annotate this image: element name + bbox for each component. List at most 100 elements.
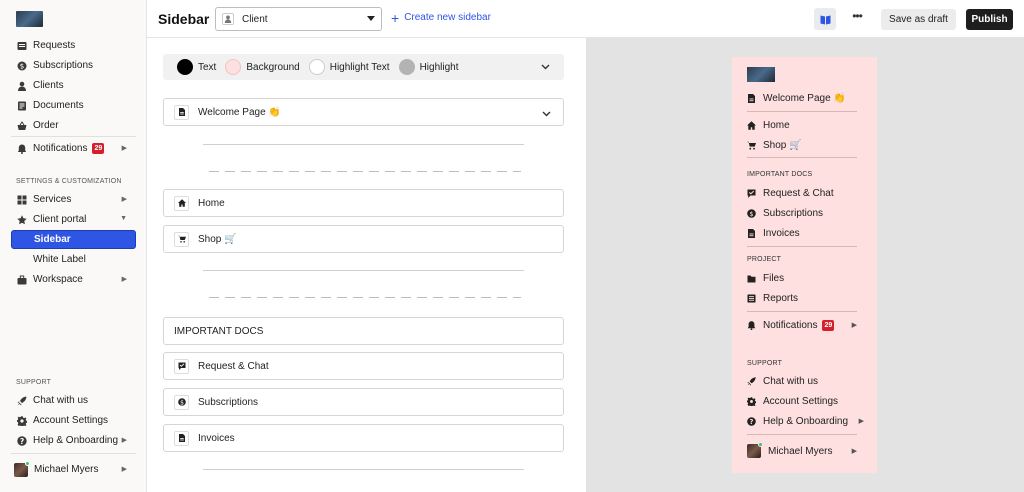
select-value: Client (242, 13, 268, 25)
cart-icon (174, 231, 189, 247)
text-color-swatch[interactable]: Text (177, 59, 216, 75)
item-label: Invoices (198, 432, 235, 444)
nav-item-account-settings[interactable]: Account Settings (11, 411, 136, 430)
home-item[interactable]: Home (163, 189, 564, 217)
divider-line (203, 469, 524, 470)
online-status-dot (758, 442, 763, 447)
divider-line (203, 144, 524, 145)
requests-icon (17, 41, 27, 51)
chat-check-icon (747, 189, 756, 198)
preview-files[interactable]: Files (747, 270, 862, 286)
sidebar-editor: Text Background Highlight Text Highlight… (147, 38, 586, 492)
nav-item-label: Workspace (33, 274, 83, 285)
preview-user-menu[interactable]: Michael Myers ▶ (747, 442, 862, 459)
preview-item-label: Subscriptions (763, 207, 824, 219)
highlight-text-color-swatch[interactable]: Highlight Text (308, 59, 390, 75)
preview-notifications[interactable]: Notifications 29 ▶ (747, 317, 862, 333)
preview-invoices[interactable]: Invoices (747, 225, 862, 241)
preview-divider (747, 157, 857, 158)
preview-divider (747, 311, 857, 312)
gear-icon (17, 415, 27, 426)
report-icon (747, 294, 756, 303)
user-icon (17, 81, 27, 91)
preview-welcome-page[interactable]: Welcome Page 👏 (747, 90, 862, 106)
nav-item-clients[interactable]: Clients (11, 76, 136, 95)
important-docs-section-item[interactable]: IMPORTANT DOCS (163, 317, 564, 345)
preview-logo (747, 67, 775, 82)
preview-divider (747, 111, 857, 112)
subscriptions-item[interactable]: $ Subscriptions (163, 388, 564, 416)
item-label: IMPORTANT DOCS (174, 325, 264, 337)
preview-home[interactable]: Home (747, 117, 862, 133)
preview-chat[interactable]: Chat with us (747, 373, 862, 389)
more-options-button[interactable]: ••• (849, 9, 865, 27)
preview-item-label: Reports (763, 292, 799, 304)
guide-button[interactable] (814, 8, 836, 30)
nav-item-notifications[interactable]: Notifications 29 ▶ (11, 139, 136, 158)
nav-item-label: Services (33, 194, 72, 205)
plus-icon: + (391, 9, 400, 26)
chat-check-icon (174, 358, 189, 374)
nav-item-chat[interactable]: Chat with us (11, 391, 136, 410)
chevron-right-icon: ▶ (851, 322, 857, 329)
save-as-draft-button[interactable]: Save as draft (881, 9, 956, 30)
svg-text:?: ? (20, 436, 24, 445)
chevron-down-icon[interactable] (541, 62, 550, 73)
nav-item-order[interactable]: Order (11, 116, 136, 135)
swatch-label: Highlight (419, 61, 459, 73)
client-select[interactable]: Client (215, 7, 382, 31)
nav-item-label: White Label (33, 254, 86, 265)
create-new-sidebar-link[interactable]: + Create new sidebar (391, 9, 491, 26)
home-icon (174, 195, 189, 211)
nav-item-documents[interactable]: Documents (11, 96, 136, 115)
user-name: Michael Myers (34, 464, 99, 475)
nav-item-sidebar[interactable]: Sidebar (11, 230, 136, 249)
help-icon: ? (17, 435, 27, 446)
preview-item-label: Shop 🛒 (763, 139, 802, 151)
home-icon (747, 120, 756, 130)
nav-item-requests[interactable]: Requests (11, 36, 136, 55)
nav-item-services[interactable]: Services ▶ (11, 190, 136, 209)
nav-item-help[interactable]: ? Help & Onboarding ▶ (11, 431, 136, 450)
preview-shop[interactable]: Shop 🛒 (747, 137, 862, 153)
nav-item-subscriptions[interactable]: $ Subscriptions (11, 56, 136, 75)
shop-item[interactable]: Shop 🛒 (163, 225, 564, 253)
color-settings-bar[interactable]: Text Background Highlight Text Highlight (163, 54, 564, 80)
publish-button[interactable]: Publish (966, 9, 1013, 30)
invoices-item[interactable]: Invoices (163, 424, 564, 452)
workspace-logo[interactable] (16, 11, 43, 27)
top-bar: Sidebar Client + Create new sidebar ••• … (147, 0, 1024, 38)
preview-account-settings[interactable]: Account Settings (747, 393, 862, 409)
preview-request-chat[interactable]: Request & Chat (747, 185, 862, 201)
cart-icon (747, 141, 756, 150)
dashed-spacer (209, 171, 521, 172)
grid-icon (17, 195, 27, 205)
preview-subscriptions[interactable]: $ Subscriptions (747, 205, 862, 221)
background-color-swatch[interactable]: Background (225, 59, 300, 75)
nav-item-client-portal[interactable]: Client portal ▼ (11, 210, 136, 229)
create-new-sidebar-label: Create new sidebar (404, 12, 491, 23)
highlight-color-swatch[interactable]: Highlight (398, 59, 459, 75)
svg-text:$: $ (20, 62, 24, 70)
basket-icon (17, 120, 27, 131)
preview-notifications-badge: 29 (822, 319, 835, 331)
sidebar-preview: Welcome Page 👏 Home Shop 🛒 IMPORTANT DOC… (586, 38, 1024, 492)
nav-item-white-label[interactable]: White Label (11, 250, 136, 269)
user-icon (222, 13, 234, 25)
user-menu[interactable]: Michael Myers ▶ (11, 460, 136, 479)
preview-help[interactable]: ? Help & Onboarding ▶ (747, 413, 864, 429)
preview-item-label: Home (763, 119, 790, 131)
welcome-page-item[interactable]: Welcome Page 👏 (163, 98, 564, 126)
chevron-right-icon: ▶ (121, 466, 127, 473)
rocket-icon (747, 376, 756, 386)
item-label: Welcome Page 👏 (198, 106, 281, 118)
chevron-down-icon[interactable] (542, 109, 551, 120)
preview-item-label: Help & Onboarding (763, 415, 849, 427)
item-label: Subscriptions (198, 396, 259, 408)
color-circle (177, 59, 193, 75)
nav-item-label: Help & Onboarding (33, 435, 119, 446)
document-icon (747, 93, 756, 103)
preview-reports[interactable]: Reports (747, 290, 862, 306)
request-chat-item[interactable]: Request & Chat (163, 352, 564, 380)
nav-item-workspace[interactable]: Workspace ▶ (11, 270, 136, 289)
